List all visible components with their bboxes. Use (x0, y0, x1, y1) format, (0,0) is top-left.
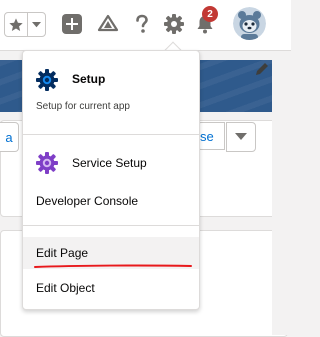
trailhead-button[interactable] (97, 13, 119, 35)
caret-down-icon (235, 133, 247, 140)
menu-divider (23, 134, 199, 135)
user-avatar-button[interactable] (233, 7, 266, 40)
setup-gear-button[interactable] (163, 13, 185, 35)
page-gutter (272, 60, 291, 335)
setup-subtitle: Setup for current app (36, 101, 130, 112)
annotation-underline (34, 264, 192, 268)
menu-divider (23, 225, 199, 226)
setup-gear-icon (36, 69, 58, 91)
menu-item-edit-object[interactable]: Edit Object (36, 281, 95, 295)
avatar-icon (233, 7, 266, 40)
favorites-button[interactable] (5, 13, 28, 36)
help-button[interactable] (131, 13, 153, 35)
favorites-list-button[interactable] (28, 13, 45, 36)
background-dropdown-button[interactable] (226, 122, 256, 152)
pencil-icon[interactable] (255, 62, 269, 76)
background-action-button[interactable]: a (0, 122, 19, 152)
caret-down-icon (32, 21, 41, 27)
menu-item-developer-console[interactable]: Developer Console (36, 194, 138, 208)
setup-dropdown-menu: Setup Setup for current app Service Setu… (22, 50, 200, 310)
favorites-button-group (4, 12, 46, 37)
question-mark-icon (136, 14, 148, 33)
background-action-button[interactable]: se (197, 122, 225, 150)
menu-item-label: Edit Page (36, 246, 89, 260)
global-header: 2 (0, 0, 291, 51)
service-setup-gear-icon (36, 152, 58, 174)
star-icon (9, 17, 23, 31)
menu-item-service-setup[interactable]: Service Setup (72, 156, 147, 170)
menu-item-setup[interactable]: Setup (72, 72, 105, 86)
global-actions-button[interactable] (62, 14, 82, 34)
gear-icon (164, 14, 184, 34)
trailhead-icon (97, 14, 119, 32)
plus-icon (66, 18, 78, 30)
notification-count-badge: 2 (202, 6, 218, 22)
